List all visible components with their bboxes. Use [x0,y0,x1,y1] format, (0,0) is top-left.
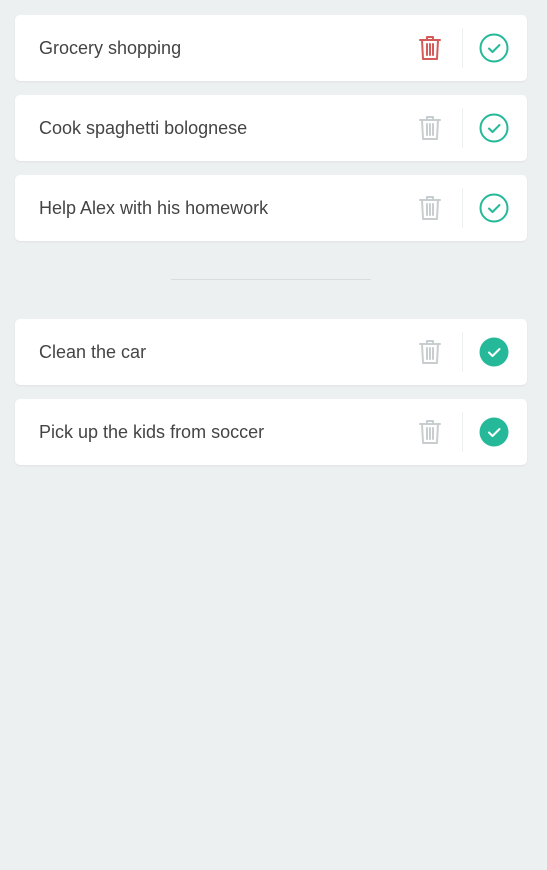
remove-button[interactable] [397,319,463,385]
todo-item-label: Help Alex with his homework [39,198,269,218]
complete-button[interactable] [461,95,527,161]
remove-button[interactable] [397,95,463,161]
todo-app: Grocery shopping Cook spaghetti bolognes… [0,0,547,870]
todo-item-label: Grocery shopping [39,38,182,58]
completed-list: Clean the car Pick up the kids from socc… [15,319,527,479]
trash-icon [419,340,441,364]
item-actions [397,95,527,161]
complete-button[interactable] [461,175,527,241]
item-actions [397,399,527,465]
uncomplete-button[interactable] [461,399,527,465]
check-circle-filled-icon [479,337,509,367]
todo-item: Cook spaghetti bolognese [15,95,527,161]
todo-item: Help Alex with his homework [15,175,527,241]
todo-list: Grocery shopping Cook spaghetti bolognes… [15,15,527,255]
check-circle-icon [479,193,509,223]
completed-item: Clean the car [15,319,527,385]
trash-icon [419,116,441,140]
remove-button[interactable] [397,399,463,465]
check-circle-icon [479,33,509,63]
item-actions [397,319,527,385]
complete-button[interactable] [461,15,527,81]
todo-item-label: Pick up the kids from soccer [39,422,265,442]
remove-button[interactable] [397,175,463,241]
todo-item-label: Cook spaghetti bolognese [39,118,248,138]
trash-icon [419,420,441,444]
todo-item-label: Clean the car [39,342,147,362]
item-actions [397,175,527,241]
check-circle-filled-icon [479,417,509,447]
uncomplete-button[interactable] [461,319,527,385]
todo-item: Grocery shopping [15,15,527,81]
list-separator [171,279,371,280]
trash-icon [419,196,441,220]
remove-button[interactable] [397,15,463,81]
trash-icon [419,36,441,60]
check-circle-icon [479,113,509,143]
completed-item: Pick up the kids from soccer [15,399,527,465]
item-actions [397,15,527,81]
